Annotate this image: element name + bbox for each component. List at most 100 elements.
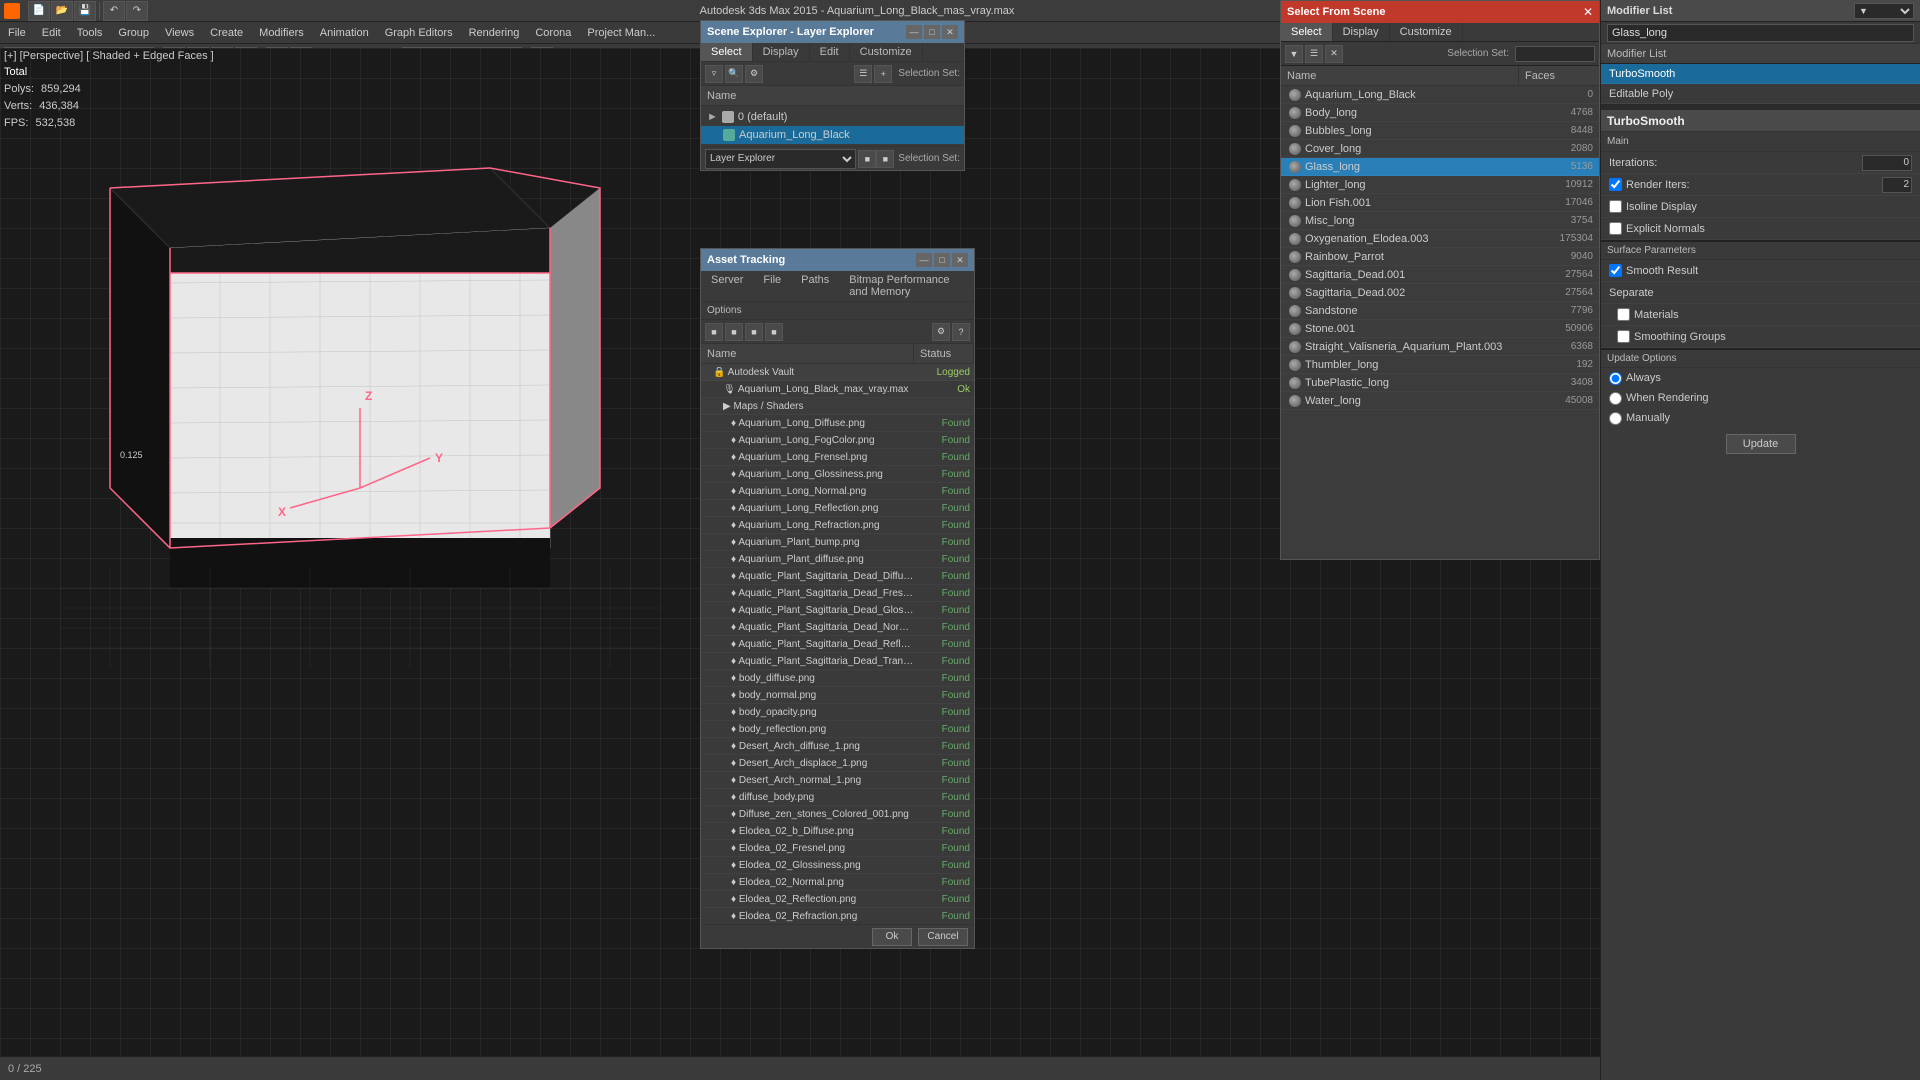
smooth-result-check[interactable] [1609, 264, 1622, 277]
asset-menu-bitmap[interactable]: Bitmap Performance and Memory [839, 271, 974, 301]
render-iters-input[interactable] [1882, 177, 1912, 193]
sfs-tab-customize[interactable]: Customize [1390, 23, 1463, 41]
se-new-btn[interactable]: + [874, 65, 892, 83]
asset-menu-paths[interactable]: Paths [791, 271, 839, 301]
layer-btn2[interactable]: ■ [876, 150, 894, 168]
asset-tracking-header[interactable]: Asset Tracking — □ ✕ [701, 249, 974, 271]
menu-graph-editors[interactable]: Graph Editors [377, 25, 461, 41]
menu-create[interactable]: Create [202, 25, 251, 41]
sfs-object-row[interactable]: Misc_long3754 [1281, 212, 1599, 230]
turbosmooth-section-header[interactable]: TurboSmooth [1601, 110, 1920, 132]
se-minimize-btn[interactable]: — [906, 25, 922, 39]
when-rendering-radio[interactable] [1609, 392, 1622, 405]
sfs-object-row[interactable]: Glass_long5136 [1281, 158, 1599, 176]
layer-row-default[interactable]: ► 0 (default) [701, 108, 964, 126]
asset-file-row[interactable]: ♦ Elodea_02_Fresnel.pngFound [701, 840, 974, 857]
sfs-clear-btn[interactable]: ✕ [1325, 45, 1343, 63]
se-tab-select[interactable]: Select [701, 43, 753, 61]
iterations-input[interactable] [1862, 155, 1912, 171]
at-close-btn[interactable]: ✕ [952, 253, 968, 267]
asset-file-row[interactable]: ♦ Elodea_02_Glossiness.pngFound [701, 857, 974, 874]
asset-row-maps[interactable]: ▶ Maps / Shaders [701, 398, 974, 415]
asset-file-row[interactable]: ♦ Aquarium_Plant_bump.pngFound [701, 534, 974, 551]
sfs-tab-display[interactable]: Display [1333, 23, 1390, 41]
sfs-object-row[interactable]: Aquarium_Long_Black0 [1281, 86, 1599, 104]
manually-radio[interactable] [1609, 412, 1622, 425]
sfs-close-btn[interactable]: ✕ [1583, 5, 1593, 19]
sfs-sel-input[interactable] [1515, 46, 1595, 62]
asset-file-row[interactable]: ♦ Elodea_02_Normal.pngFound [701, 874, 974, 891]
asset-file-row[interactable]: ♦ Elodea_02_Reflection.pngFound [701, 891, 974, 908]
sfs-object-row[interactable]: Lion Fish.00117046 [1281, 194, 1599, 212]
asset-file-row[interactable]: ♦ Desert_Arch_diffuse_1.pngFound [701, 738, 974, 755]
asset-menu-file[interactable]: File [753, 271, 791, 301]
asset-file-row[interactable]: ♦ Aquarium_Plant_diffuse.pngFound [701, 551, 974, 568]
se-tab-customize[interactable]: Customize [850, 43, 923, 61]
sfs-object-row[interactable]: Straight_Valisneria_Aquarium_Plant.00363… [1281, 338, 1599, 356]
scene-explorer-header[interactable]: Scene Explorer - Layer Explorer — □ ✕ [701, 21, 964, 43]
at-btn4[interactable]: ■ [765, 323, 783, 341]
se-tab-display[interactable]: Display [753, 43, 810, 61]
redo-btn[interactable]: ↷ [126, 1, 148, 21]
menu-project[interactable]: Project Man... [579, 25, 663, 41]
at-btn3[interactable]: ■ [745, 323, 763, 341]
sfs-object-row[interactable]: Sagittaria_Dead.00227564 [1281, 284, 1599, 302]
asset-row-max[interactable]: 🎙 Aquarium_Long_Black_max_vray.max Ok [701, 381, 974, 398]
sfs-object-row[interactable]: Cover_long2080 [1281, 140, 1599, 158]
layer-btn1[interactable]: ■ [858, 150, 876, 168]
se-options-btn[interactable]: ⚙ [745, 65, 763, 83]
asset-file-row[interactable]: ♦ Aquarium_Long_Diffuse.pngFound [701, 415, 974, 432]
sfs-object-row[interactable]: Bubbles_long8448 [1281, 122, 1599, 140]
sfs-object-row[interactable]: Lighter_long10912 [1281, 176, 1599, 194]
menu-group[interactable]: Group [110, 25, 157, 41]
render-iters-check[interactable] [1609, 178, 1622, 191]
asset-row-vault[interactable]: 🔒 Autodesk Vault Logged [701, 364, 974, 381]
asset-file-row[interactable]: ♦ body_opacity.pngFound [701, 704, 974, 721]
sfs-object-row[interactable]: Stone.00150906 [1281, 320, 1599, 338]
at-restore-btn[interactable]: □ [934, 253, 950, 267]
layer-explorer-select[interactable]: Layer Explorer [705, 149, 856, 169]
at-settings-btn[interactable]: ⚙ [932, 323, 950, 341]
smoothing-groups-check[interactable] [1617, 330, 1630, 343]
isoline-check[interactable] [1609, 200, 1622, 213]
sfs-object-row[interactable]: Oxygenation_Elodea.003175304 [1281, 230, 1599, 248]
menu-views[interactable]: Views [157, 25, 202, 41]
menu-file[interactable]: File [0, 25, 34, 41]
new-btn[interactable]: 📄 [28, 1, 50, 21]
save-btn[interactable]: 💾 [74, 1, 96, 21]
asset-file-row[interactable]: ♦ Aquarium_Long_Refraction.pngFound [701, 517, 974, 534]
asset-ok-btn[interactable]: Ok [872, 928, 912, 946]
asset-file-row[interactable]: ♦ Aquatic_Plant_Sagittaria_Dead_Norma...… [701, 619, 974, 636]
asset-file-row[interactable]: ♦ Aquarium_Long_FogColor.pngFound [701, 432, 974, 449]
asset-file-row[interactable]: ♦ body_reflection.pngFound [701, 721, 974, 738]
mod-panel-select[interactable]: ▼ [1854, 3, 1914, 19]
undo-btn[interactable]: ↶ [103, 1, 125, 21]
sfs-tab-select[interactable]: Select [1281, 23, 1333, 41]
mod-item-turbosmooth[interactable]: TurboSmooth [1601, 64, 1920, 84]
asset-file-row[interactable]: ♦ Desert_Arch_displace_1.pngFound [701, 755, 974, 772]
mod-item-editpoly[interactable]: Editable Poly [1601, 84, 1920, 104]
menu-corona[interactable]: Corona [527, 25, 579, 41]
menu-edit[interactable]: Edit [34, 25, 69, 41]
asset-file-row[interactable]: ♦ Elodea_02_b_Diffuse.pngFound [701, 823, 974, 840]
sfs-type-btn[interactable]: ☰ [1305, 45, 1323, 63]
sfs-object-row[interactable]: Water_long45008 [1281, 392, 1599, 410]
always-radio[interactable] [1609, 372, 1622, 385]
sfs-header[interactable]: Select From Scene ✕ [1281, 1, 1599, 23]
se-tab-edit[interactable]: Edit [810, 43, 850, 61]
asset-file-row[interactable]: ♦ Desert_Arch_normal_1.pngFound [701, 772, 974, 789]
asset-file-row[interactable]: ♦ Diffuse_zen_stones_Colored_001.pngFoun… [701, 806, 974, 823]
sfs-filter-btn[interactable]: ▼ [1285, 45, 1303, 63]
asset-file-row[interactable]: ♦ Aquatic_Plant_Sagittaria_Dead_Reflecti… [701, 636, 974, 653]
at-minimize-btn[interactable]: — [916, 253, 932, 267]
at-help-btn[interactable]: ? [952, 323, 970, 341]
asset-file-row[interactable]: ♦ Aquatic_Plant_Sagittaria_Dead_Diffuse.… [701, 568, 974, 585]
asset-file-row[interactable]: ♦ body_normal.pngFound [701, 687, 974, 704]
asset-file-row[interactable]: ♦ Aquarium_Long_Normal.pngFound [701, 483, 974, 500]
sfs-object-row[interactable]: Sandstone7796 [1281, 302, 1599, 320]
asset-file-row[interactable]: ♦ body_diffuse.pngFound [701, 670, 974, 687]
layer-row-aquarium[interactable]: Aquarium_Long_Black [701, 126, 964, 144]
se-filter-btn[interactable]: ▿ [705, 65, 723, 83]
explicit-normals-check[interactable] [1609, 222, 1622, 235]
se-close-btn[interactable]: ✕ [942, 25, 958, 39]
